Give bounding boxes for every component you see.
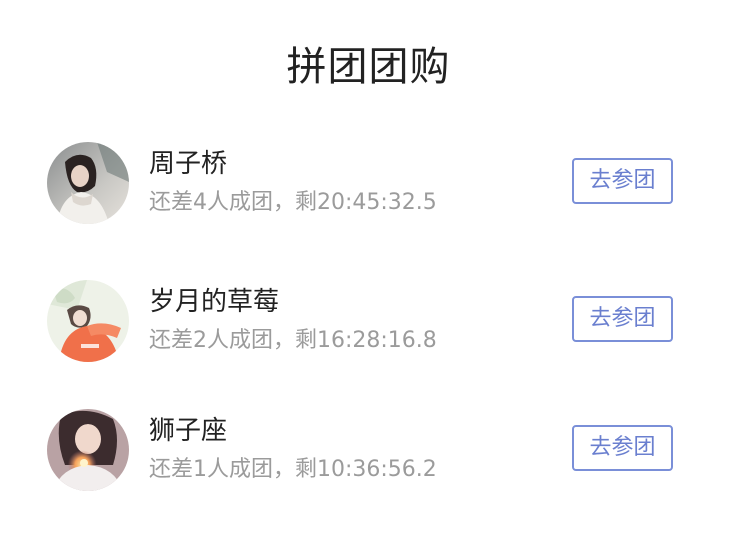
group-list-item: 狮子座 还差1人成团，剩10:36:56.2 去参团 bbox=[0, 409, 737, 499]
user-name: 狮子座 bbox=[149, 416, 228, 446]
user-name: 岁月的草莓 bbox=[149, 287, 280, 317]
join-group-button[interactable]: 去参团 bbox=[572, 158, 673, 204]
group-status-text: 还差2人成团，剩16:28:16.8 bbox=[149, 328, 437, 353]
avatar-photo-icon bbox=[47, 409, 129, 491]
avatar bbox=[47, 142, 129, 224]
avatar bbox=[47, 409, 129, 491]
join-group-button[interactable]: 去参团 bbox=[572, 296, 673, 342]
avatar-photo-icon bbox=[47, 142, 129, 224]
join-group-button[interactable]: 去参团 bbox=[572, 425, 673, 471]
group-status-text: 还差1人成团，剩10:36:56.2 bbox=[149, 457, 437, 482]
group-list-item: 周子桥 还差4人成团，剩20:45:32.5 去参团 bbox=[0, 142, 737, 232]
group-list-item: 岁月的草莓 还差2人成团，剩16:28:16.8 去参团 bbox=[0, 280, 737, 370]
user-name: 周子桥 bbox=[149, 149, 228, 179]
avatar bbox=[47, 280, 129, 362]
page-title: 拼团团购 bbox=[286, 44, 451, 90]
avatar-photo-icon bbox=[47, 280, 129, 362]
group-buy-page: 拼团团购 周子桥 还差4人成团，剩20:45:32.5 去参团 岁月的草莓 还差… bbox=[0, 0, 737, 560]
group-status-text: 还差4人成团，剩20:45:32.5 bbox=[149, 190, 437, 215]
